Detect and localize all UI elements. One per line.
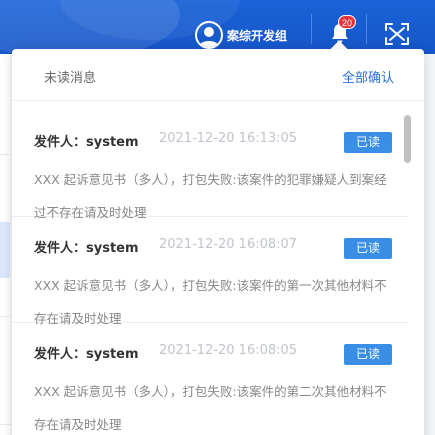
top-header-bar: 案综开发组 20: [0, 0, 435, 54]
sender-name: system: [86, 347, 139, 362]
header-divider: [366, 14, 367, 44]
mark-read-button[interactable]: 已读: [344, 132, 392, 153]
message-item[interactable]: 发件人：system 2021-12-20 16:08:07 已读 XXX 起诉…: [12, 217, 408, 326]
mark-read-button[interactable]: 已读: [344, 344, 392, 365]
message-time: 2021-12-20 16:13:05: [159, 131, 298, 146]
avatar: [195, 21, 223, 49]
fullscreen-button[interactable]: [384, 22, 410, 46]
sender-label: 发件人：: [34, 241, 87, 256]
sender-field: 发件人：system: [34, 343, 139, 362]
popover-header: 未读消息 全部确认: [12, 49, 424, 101]
sender-field: 发件人：system: [34, 237, 139, 256]
scrollbar-thumb[interactable]: [404, 115, 411, 163]
message-item[interactable]: 发件人：system 2021-12-20 16:13:05 已读 XXX 起诉…: [12, 111, 408, 220]
sender-name: system: [86, 135, 139, 150]
message-time: 2021-12-20 16:08:05: [159, 343, 298, 358]
sender-field: 发件人：system: [34, 131, 139, 150]
notification-count-badge: 20: [338, 15, 357, 29]
user-name: 案综开发组: [227, 28, 288, 43]
divider: [0, 316, 10, 317]
sender-label: 发件人：: [34, 347, 87, 362]
popover-title: 未读消息: [44, 71, 97, 86]
user-icon: [199, 27, 219, 47]
divider: [0, 154, 10, 155]
message-time: 2021-12-20 16:08:07: [159, 237, 298, 252]
divider: [0, 424, 10, 425]
header-divider: [311, 14, 312, 44]
sender-label: 发件人：: [34, 135, 87, 150]
message-item[interactable]: 发件人：system 2021-12-20 16:08:05 已读 XXX 起诉…: [12, 323, 408, 432]
unread-messages-popover: 未读消息 全部确认 发件人：system 2021-12-20 16:13:05…: [12, 49, 424, 435]
background-page: [0, 54, 10, 435]
mark-read-button[interactable]: 已读: [344, 238, 392, 259]
sender-name: system: [86, 241, 139, 256]
message-content: XXX 起诉意见书（多人），打包失败:该案件的第二次其他材料不存在请及时处理: [34, 384, 387, 432]
confirm-all-link[interactable]: 全部确认: [342, 67, 394, 86]
background-highlight: [0, 222, 10, 278]
user-menu[interactable]: 案综开发组: [195, 20, 287, 50]
fullscreen-icon: [385, 23, 409, 45]
